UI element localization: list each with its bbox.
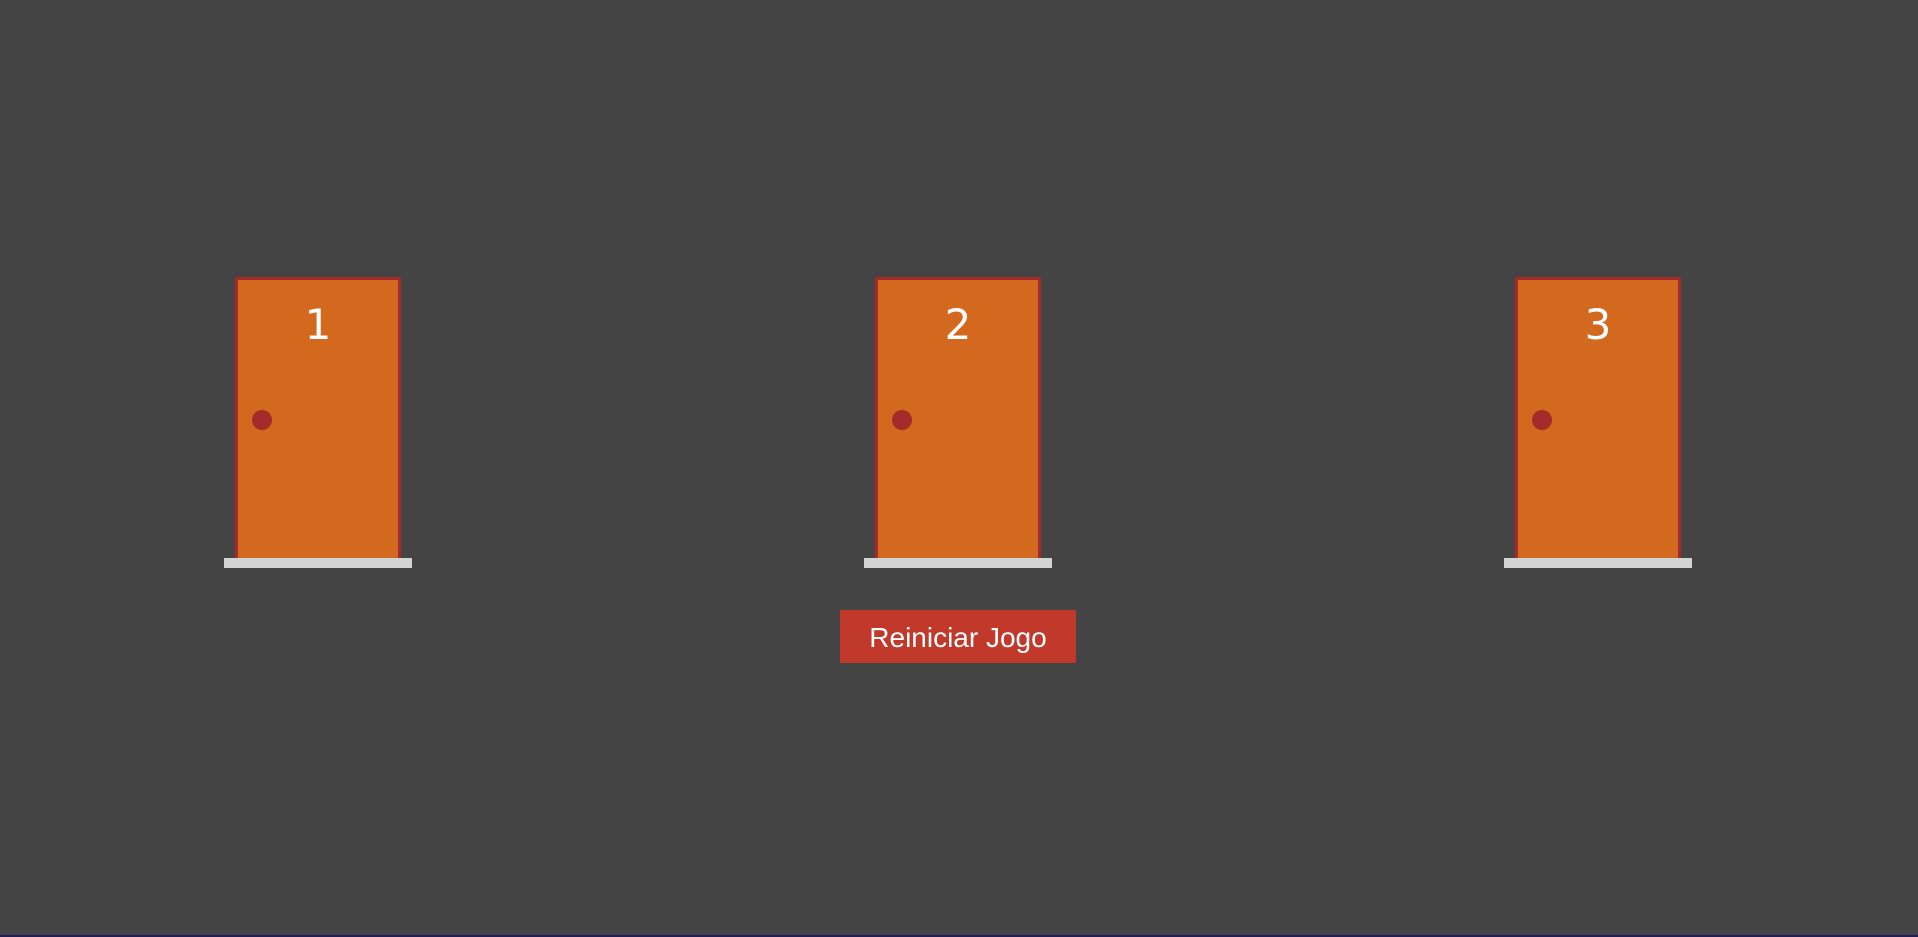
door-panel[interactable]: 2 — [875, 277, 1041, 559]
door-number: 1 — [304, 300, 332, 349]
restart-button[interactable]: Reiniciar Jogo — [840, 610, 1076, 663]
door-panel[interactable]: 3 — [1515, 277, 1681, 559]
door-step — [864, 558, 1052, 568]
door-1[interactable]: 1 — [224, 277, 412, 568]
game-stage: 1 2 3 Reiniciar Jogo — [0, 0, 1918, 937]
door-panel[interactable]: 1 — [235, 277, 401, 559]
door-knob-icon — [1532, 410, 1552, 430]
door-knob-icon — [252, 410, 272, 430]
door-step — [224, 558, 412, 568]
door-number: 2 — [944, 300, 972, 349]
door-2[interactable]: 2 — [864, 277, 1052, 568]
door-knob-icon — [892, 410, 912, 430]
door-step — [1504, 558, 1692, 568]
door-3[interactable]: 3 — [1504, 277, 1692, 568]
door-number: 3 — [1584, 300, 1612, 349]
